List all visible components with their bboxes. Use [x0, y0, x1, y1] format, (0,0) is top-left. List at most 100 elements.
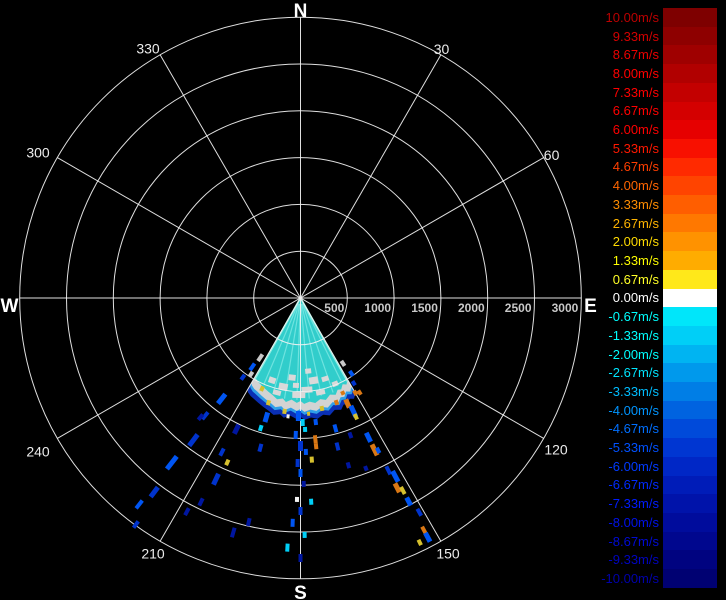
echo-speck — [302, 531, 307, 538]
colorbar-cell — [663, 176, 717, 196]
colorbar-row: 0.00m/s — [596, 288, 717, 308]
colorbar-cell — [663, 363, 717, 383]
echo-speck — [298, 507, 303, 515]
echo-speck — [350, 380, 357, 387]
echo-speck — [286, 414, 290, 419]
echo-speck — [285, 543, 290, 552]
compass-label-60: 60 — [544, 147, 560, 163]
range-label-500: 500 — [324, 301, 344, 315]
colorbar-cell — [663, 101, 717, 121]
colorbar-cell — [663, 213, 717, 233]
colorbar-cell — [663, 438, 717, 457]
colorbar-cell — [663, 45, 717, 65]
echo-speck — [423, 531, 433, 543]
colorbar-row: 1.33m/s — [596, 251, 717, 270]
colorbar-row: -10.00m/s — [596, 569, 717, 588]
echo-speck — [257, 443, 264, 453]
colorbar-label: 4.00m/s — [612, 178, 659, 194]
colorbar-label: 2.00m/s — [612, 234, 659, 250]
echo-speck — [332, 424, 339, 433]
colorbar-row: 5.33m/s — [596, 138, 717, 158]
colorbar-row: -9.33m/s — [596, 550, 717, 570]
echo-speck — [363, 465, 369, 472]
echo-speck — [309, 498, 314, 505]
echo-speck — [356, 389, 363, 396]
colorbar-row: -4.00m/s — [596, 400, 717, 420]
echo-speck — [364, 431, 373, 443]
colorbar-label: 0.67m/s — [612, 271, 659, 287]
colorbar-cell — [663, 232, 717, 252]
colorbar-cell — [663, 195, 717, 214]
fan-gray-patch — [292, 391, 306, 399]
echo-speck — [303, 448, 308, 455]
echo-speck — [187, 433, 200, 448]
colorbar-cell — [663, 475, 717, 495]
velocity-colorbar: 10.00m/s 9.33m/s 8.67m/s 8.00m/s 7.33m/s 6.67… — [596, 8, 717, 588]
colorbar-label: 6.00m/s — [612, 122, 659, 138]
colorbar-row: 7.33m/s — [596, 82, 717, 102]
fan-gray-patch — [288, 374, 296, 381]
echo-speck — [148, 485, 160, 499]
range-label-2000: 2000 — [458, 301, 485, 315]
echo-speck — [164, 454, 179, 471]
echo-speck — [313, 418, 319, 426]
fan-gray-patch — [292, 382, 300, 389]
echo-speck — [301, 480, 306, 488]
colorbar-label: -6.67m/s — [608, 477, 659, 493]
colorbar-label: 2.67m/s — [612, 215, 659, 231]
colorbar-row: 6.67m/s — [596, 101, 717, 121]
fan-gray-patch — [304, 368, 312, 374]
colorbar-cell — [663, 82, 717, 102]
echo-speck — [248, 362, 257, 372]
colorbar-label: -7.33m/s — [608, 496, 659, 512]
colorbar-label: 0.00m/s — [612, 290, 659, 306]
colorbar-label: -8.67m/s — [608, 533, 659, 549]
compass-label-S: S — [294, 583, 307, 600]
colorbar-cell — [663, 400, 717, 420]
colorbar-label: -9.33m/s — [608, 552, 659, 568]
compass-label-W: W — [1, 296, 19, 317]
colorbar-row: -0.67m/s — [596, 307, 717, 326]
colorbar-cell — [663, 419, 717, 439]
fan-gray-patch — [308, 376, 319, 385]
range-label-1000: 1000 — [364, 301, 391, 315]
echo-speck — [256, 353, 265, 363]
compass-label-330: 330 — [136, 41, 160, 57]
colorbar-label: -0.67m/s — [608, 309, 659, 325]
colorbar-label: -5.33m/s — [608, 440, 659, 456]
echo-speck — [295, 458, 300, 468]
colorbar-label: 8.67m/s — [612, 47, 659, 63]
echo-speck — [262, 411, 271, 423]
echo-speck — [211, 472, 221, 486]
colorbar-row: -3.33m/s — [596, 382, 717, 401]
colorbar-cell — [663, 26, 717, 46]
compass-label-300: 300 — [26, 145, 50, 161]
echo-speck — [239, 373, 247, 381]
range-label-1500: 1500 — [411, 301, 438, 315]
colorbar-row: 0.67m/s — [596, 269, 717, 289]
echo-speck — [334, 442, 341, 451]
polar-grid — [19, 16, 582, 580]
colorbar-label: -3.33m/s — [608, 383, 659, 399]
echo-speck — [183, 507, 191, 517]
colorbar-cell — [663, 456, 717, 476]
colorbar-label: -4.67m/s — [608, 421, 659, 437]
echo-speck — [216, 392, 228, 406]
colorbar-row: 4.00m/s — [596, 176, 717, 196]
colorbar-row: 10.00m/s — [596, 8, 717, 27]
colorbar-cell — [663, 120, 717, 139]
colorbar-label: 1.33m/s — [612, 252, 659, 268]
colorbar-label: -8.00m/s — [608, 514, 659, 530]
colorbar-cell — [663, 157, 717, 177]
colorbar-cell — [663, 8, 717, 27]
echo-speck — [345, 461, 352, 469]
compass-label-150: 150 — [436, 546, 460, 562]
echo-speck — [224, 458, 231, 466]
colorbar-cell — [663, 138, 717, 158]
echo-speck — [390, 469, 401, 483]
colorbar-cell — [663, 512, 717, 532]
colorbar-row: -8.00m/s — [596, 512, 717, 532]
colorbar-row: -7.33m/s — [596, 494, 717, 513]
echo-speck — [232, 423, 241, 435]
colorbar-cell — [663, 325, 717, 345]
